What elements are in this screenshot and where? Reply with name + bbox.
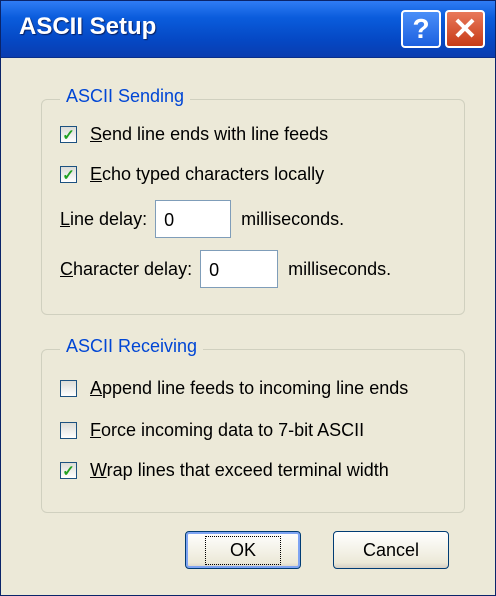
ok-button[interactable]: OK	[185, 531, 301, 569]
checkbox-box[interactable]	[60, 380, 77, 397]
ascii-setup-dialog: ASCII Setup ? ✕ ASCII Sending ✓ Send lin…	[0, 0, 496, 596]
title-bar[interactable]: ASCII Setup ? ✕	[1, 1, 495, 58]
line-delay-row: Line delay: 0 milliseconds.	[60, 200, 344, 238]
checkmark-icon: ✓	[62, 166, 75, 184]
close-button[interactable]: ✕	[445, 10, 485, 48]
character-delay-label: Character delay:	[60, 258, 193, 279]
checkbox-box[interactable]: ✓	[60, 462, 77, 480]
character-delay-row: Character delay: 0 milliseconds.	[60, 250, 391, 288]
ok-button-label: OK	[204, 535, 281, 565]
cancel-button-label: Cancel	[362, 539, 420, 560]
send-line-ends-checkbox[interactable]: ✓ Send line ends with line feeds	[60, 124, 328, 145]
help-icon: ?	[412, 13, 430, 44]
append-line-feeds-checkbox[interactable]: Append line feeds to incoming line ends	[60, 378, 408, 399]
dialog-body: ASCII Sending ✓ Send line ends with line…	[1, 58, 495, 595]
send-line-ends-label: Send line ends with line feeds	[90, 124, 329, 144]
line-delay-unit: milliseconds.	[241, 208, 345, 229]
line-delay-input[interactable]: 0	[155, 200, 232, 238]
ascii-receiving-legend: ASCII Receiving	[60, 336, 204, 357]
append-line-feeds-label: Append line feeds to incoming line ends	[90, 378, 409, 398]
checkbox-box[interactable]: ✓	[60, 166, 77, 184]
wrap-lines-checkbox[interactable]: ✓ Wrap lines that exceed terminal width	[60, 460, 389, 481]
dialog-title: ASCII Setup	[19, 13, 157, 40]
character-delay-unit: milliseconds.	[288, 258, 392, 279]
wrap-lines-label: Wrap lines that exceed terminal width	[90, 460, 389, 480]
close-icon: ✕	[452, 12, 478, 46]
cancel-button[interactable]: Cancel	[333, 531, 449, 569]
checkmark-icon: ✓	[62, 126, 75, 144]
character-delay-input[interactable]: 0	[200, 250, 279, 288]
force-7bit-checkbox[interactable]: Force incoming data to 7-bit ASCII	[60, 420, 364, 441]
checkbox-box[interactable]: ✓	[60, 126, 77, 144]
checkmark-icon: ✓	[62, 462, 75, 480]
line-delay-label: Line delay:	[60, 208, 148, 229]
help-button[interactable]: ?	[401, 10, 441, 48]
echo-typed-checkbox[interactable]: ✓ Echo typed characters locally	[60, 164, 324, 185]
ascii-receiving-group: ASCII Receiving Append line feeds to inc…	[41, 336, 465, 513]
ascii-sending-legend: ASCII Sending	[60, 86, 191, 107]
checkbox-box[interactable]	[60, 422, 77, 439]
ascii-sending-group: ASCII Sending ✓ Send line ends with line…	[41, 86, 465, 315]
echo-typed-label: Echo typed characters locally	[90, 164, 325, 184]
force-7bit-label: Force incoming data to 7-bit ASCII	[90, 420, 365, 440]
